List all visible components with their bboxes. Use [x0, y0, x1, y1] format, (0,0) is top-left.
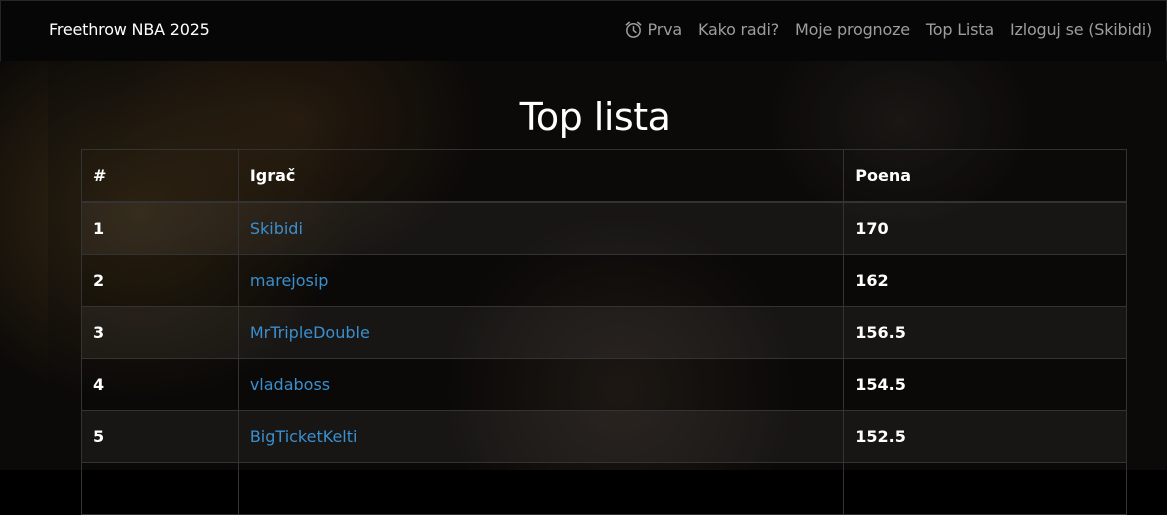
- points-cell: 170: [843, 201, 1127, 255]
- points-cell: 156.5: [843, 306, 1127, 359]
- player-link[interactable]: Skibidi: [250, 219, 303, 238]
- table-row: 3 MrTripleDouble 156.5: [81, 306, 1127, 359]
- nav-link-top-lista[interactable]: Top Lista: [926, 20, 994, 39]
- table-row: 5 BigTicketKelti 152.5: [81, 410, 1127, 463]
- player-column-header: Igrač: [237, 149, 845, 203]
- table-row: 4 vladaboss 154.5: [81, 358, 1127, 411]
- rank-cell: [81, 462, 239, 515]
- nav-link-kako-radi[interactable]: Kako radi?: [698, 20, 779, 39]
- rank-cell: 3: [81, 306, 239, 359]
- table-row: 2 marejosip 162: [81, 254, 1127, 307]
- points-cell: 162: [843, 254, 1127, 307]
- player-link[interactable]: vladaboss: [250, 375, 330, 394]
- player-cell: BigTicketKelti: [237, 410, 845, 463]
- player-link[interactable]: MrTripleDouble: [250, 323, 370, 342]
- nav-link-prva[interactable]: Prva: [624, 20, 682, 39]
- player-cell: MrTripleDouble: [237, 306, 845, 359]
- top-navbar: Freethrow NBA 2025 Prva Kako radi? Moje …: [0, 0, 1167, 62]
- player-cell: [237, 462, 845, 515]
- nav-links: Prva Kako radi? Moje prognoze Top Lista …: [624, 20, 1152, 39]
- brand-link[interactable]: Freethrow NBA 2025: [49, 20, 210, 39]
- player-link[interactable]: marejosip: [250, 271, 329, 290]
- leaderboard-table: # Igrač Poena 1 Skibidi 170 2 marejosip …: [81, 149, 1127, 515]
- page-title: Top lista: [519, 95, 671, 139]
- rank-cell: 2: [81, 254, 239, 307]
- nav-link-moje-prognoze[interactable]: Moje prognoze: [795, 20, 910, 39]
- rank-cell: 4: [81, 358, 239, 411]
- table-row: [81, 462, 1127, 515]
- player-cell: vladaboss: [237, 358, 845, 411]
- points-cell: [843, 462, 1127, 515]
- points-cell: 152.5: [843, 410, 1127, 463]
- main-container: Top lista # Igrač Poena 1 Skibidi 170 2 …: [48, 61, 1142, 515]
- points-cell: 154.5: [843, 358, 1127, 411]
- rank-column-header: #: [81, 149, 239, 203]
- player-cell: Skibidi: [237, 201, 845, 255]
- alarm-clock-icon: [625, 21, 641, 38]
- nav-link-label: Prva: [647, 20, 683, 39]
- points-column-header: Poena: [843, 149, 1127, 203]
- rank-cell: 5: [81, 410, 239, 463]
- rank-cell: 1: [81, 201, 239, 255]
- nav-link-logout[interactable]: Izloguj se (Skibidi): [1010, 20, 1152, 39]
- table-row: 1 Skibidi 170: [81, 201, 1127, 255]
- player-link[interactable]: BigTicketKelti: [250, 427, 358, 446]
- player-cell: marejosip: [237, 254, 845, 307]
- table-header-row: # Igrač Poena: [81, 149, 1127, 203]
